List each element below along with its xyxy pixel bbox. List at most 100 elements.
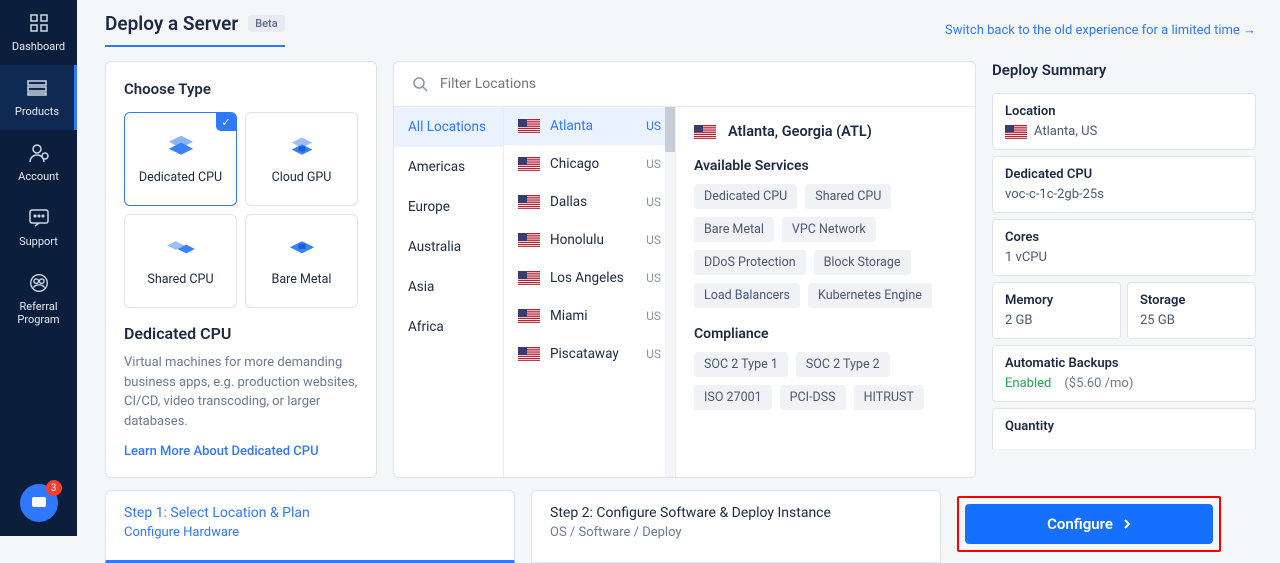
summary-label: Storage: [1140, 293, 1243, 308]
step-1-card[interactable]: Step 1: Select Location & Plan Configure…: [105, 490, 515, 563]
summary-value: 2 GB: [1005, 313, 1108, 328]
step1-title: Step 1: Select Location & Plan: [124, 505, 496, 521]
notification-badge: 3: [46, 480, 62, 496]
scrollbar-thumb[interactable]: [665, 107, 675, 152]
sidebar-label: Dashboard: [12, 40, 65, 53]
chip: Dedicated CPU: [694, 184, 797, 209]
chip: Block Storage: [814, 250, 911, 275]
step1-sub: Configure Hardware: [124, 525, 496, 540]
city-los-angeles[interactable]: Los Angeles US: [504, 259, 675, 297]
city-cc: US: [646, 271, 661, 285]
city-chicago[interactable]: ChicagoUS: [504, 145, 675, 183]
dedicated-cpu-icon: [163, 134, 199, 160]
chip: VPC Network: [782, 217, 876, 242]
shared-cpu-icon: [163, 236, 199, 262]
summary-value: voc-c-1c-2gb-25s: [1005, 187, 1243, 202]
type-tile-shared-cpu[interactable]: Shared CPU: [124, 214, 237, 308]
chip: Shared CPU: [805, 184, 891, 209]
summary-value: Atlanta, US: [1034, 124, 1097, 139]
flag-icon: [518, 271, 540, 285]
summary-label: Automatic Backups: [1005, 356, 1243, 371]
search-icon: [412, 76, 428, 92]
summary-cores: Cores 1 vCPU: [992, 219, 1256, 276]
city-list: AtlantaUS ChicagoUS DallasUS HonoluluUS …: [504, 107, 676, 477]
chip: HITRUST: [854, 385, 924, 410]
city-name: Chicago: [550, 156, 599, 172]
chat-button[interactable]: 3: [20, 484, 58, 522]
configure-label: Configure: [1047, 515, 1113, 533]
city-atlanta[interactable]: AtlantaUS: [504, 107, 675, 145]
sidebar-item-support[interactable]: Support: [0, 195, 77, 260]
chip: SOC 2 Type 1: [694, 352, 788, 377]
sidebar-label: Account: [18, 170, 59, 183]
switch-experience-link[interactable]: Switch back to the old experience for a …: [945, 22, 1256, 38]
summary-status: Enabled: [1005, 376, 1051, 391]
summary-label: Memory: [1005, 293, 1108, 308]
region-americas[interactable]: Americas: [394, 147, 503, 187]
scrollbar-track: [665, 107, 675, 477]
type-tile-bare-metal[interactable]: Bare Metal: [245, 214, 358, 308]
city-name: Dallas: [550, 194, 587, 210]
city-honolulu[interactable]: HonoluluUS: [504, 221, 675, 259]
beta-badge: Beta: [248, 15, 284, 32]
tile-label: Cloud GPU: [272, 170, 332, 185]
configure-button[interactable]: Configure: [965, 504, 1213, 544]
summary-quantity: Quantity: [992, 408, 1256, 449]
city-dallas[interactable]: Dallas US: [504, 183, 675, 221]
cloud-gpu-icon: [284, 134, 320, 160]
flag-icon: [1005, 125, 1027, 139]
summary-location: Location Atlanta, US: [992, 93, 1256, 150]
region-africa[interactable]: Africa: [394, 307, 503, 347]
city-cc: US: [646, 195, 661, 209]
chip: SOC 2 Type 2: [796, 352, 890, 377]
header: Deploy a Server Beta Switch back to the …: [105, 12, 1256, 47]
summary-label: Cores: [1005, 230, 1243, 245]
account-icon: [28, 142, 50, 164]
support-icon: [28, 207, 50, 229]
region-europe[interactable]: Europe: [394, 187, 503, 227]
location-search: [394, 62, 975, 107]
summary-memory: Memory 2 GB: [992, 282, 1121, 339]
region-australia[interactable]: Australia: [394, 227, 503, 267]
tile-label: Shared CPU: [147, 272, 213, 287]
summary-backups: Automatic Backups Enabled ($5.60 /mo): [992, 345, 1256, 402]
main: Deploy a Server Beta Switch back to the …: [77, 0, 1280, 536]
sidebar-item-products[interactable]: Products: [0, 65, 77, 130]
summary-column: Deploy Summary Location Atlanta, US Dedi…: [992, 61, 1256, 478]
bare-metal-icon: [284, 236, 320, 262]
step-2-card[interactable]: Step 2: Configure Software & Deploy Inst…: [531, 490, 941, 563]
location-detail-title: Atlanta, Georgia (ATL): [694, 123, 957, 140]
region-asia[interactable]: Asia: [394, 267, 503, 307]
sidebar-item-dashboard[interactable]: Dashboard: [0, 0, 77, 65]
choose-type-title: Choose Type: [124, 80, 358, 98]
type-section-title: Dedicated CPU: [124, 324, 358, 343]
page-title: Deploy a Server Beta: [105, 12, 285, 47]
flag-icon: [518, 309, 540, 323]
city-miami[interactable]: MiamiUS: [504, 297, 675, 335]
filter-locations-input[interactable]: [440, 76, 957, 92]
configure-wrap: Configure: [957, 490, 1221, 563]
products-icon: [26, 77, 48, 99]
learn-more-link[interactable]: Learn More About Dedicated CPU: [124, 444, 319, 459]
city-name: Miami: [550, 308, 588, 324]
region-all[interactable]: All Locations: [394, 107, 503, 147]
summary-price: ($5.60 /mo): [1064, 376, 1133, 391]
page-title-text: Deploy a Server: [105, 12, 238, 35]
sidebar-label: Referral Program: [0, 300, 77, 326]
services-chips: Dedicated CPU Shared CPU Bare Metal VPC …: [694, 184, 957, 308]
sidebar-item-account[interactable]: Account: [0, 130, 77, 195]
type-tile-dedicated-cpu[interactable]: Dedicated CPU: [124, 112, 237, 206]
flag-icon: [518, 233, 540, 247]
city-cc: US: [646, 233, 661, 247]
flag-icon: [518, 119, 540, 133]
referral-icon: [28, 272, 50, 294]
city-name: Piscataway: [550, 346, 619, 362]
dashboard-icon: [28, 12, 50, 34]
summary-label: Dedicated CPU: [1005, 167, 1243, 182]
chip: Kubernetes Engine: [808, 283, 932, 308]
sidebar-item-referral[interactable]: Referral Program: [0, 260, 77, 338]
flag-icon: [518, 157, 540, 171]
city-name: Los Angeles: [550, 270, 624, 286]
city-piscataway[interactable]: PiscatawayUS: [504, 335, 675, 373]
type-tile-cloud-gpu[interactable]: Cloud GPU: [245, 112, 358, 206]
